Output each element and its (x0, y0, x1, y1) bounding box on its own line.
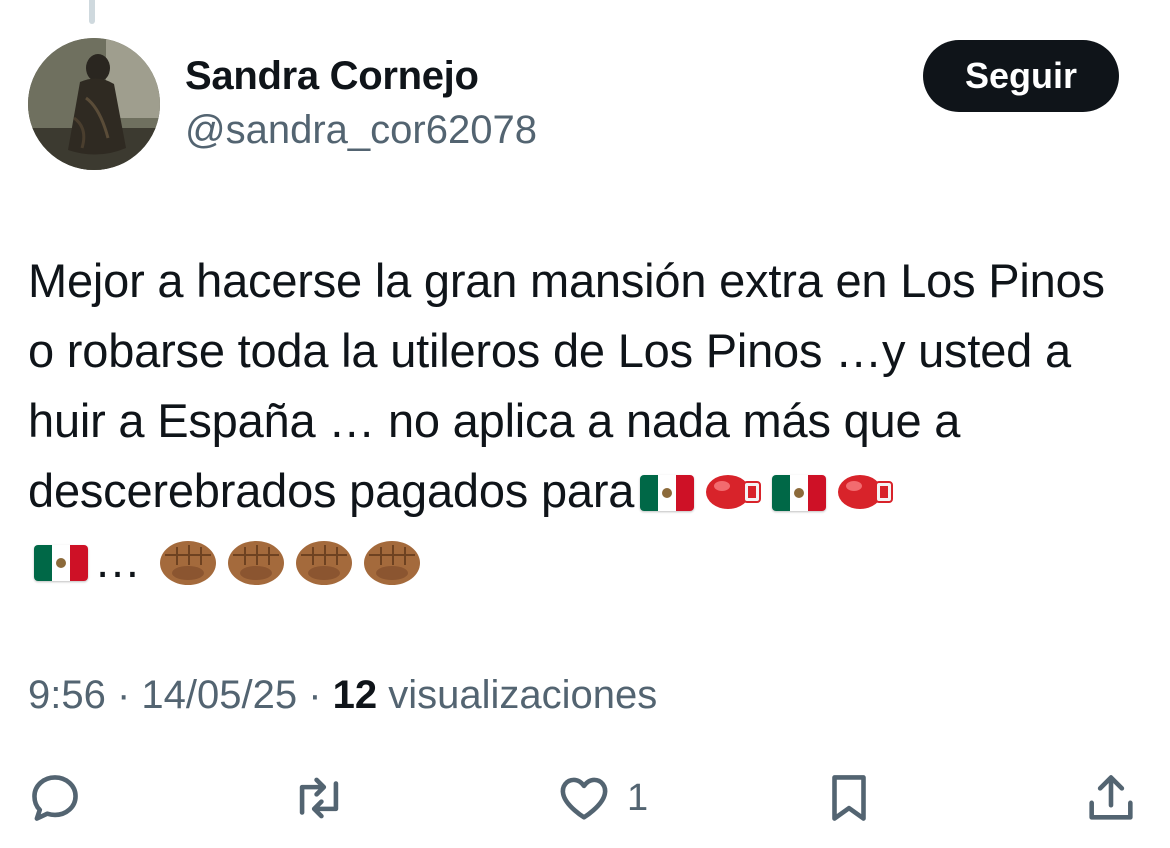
thread-connector-line (89, 0, 95, 24)
flag-mexico-icon (34, 545, 88, 581)
tweet-meta: 9:56 · 14/05/25 · 12 visualizaciones (28, 673, 657, 718)
fist-icon (293, 533, 355, 589)
fist-icon (157, 533, 219, 589)
boxing-glove-icon (836, 469, 894, 515)
boxing-glove-icon (704, 469, 762, 515)
fist-icon (225, 533, 287, 589)
avatar-image (28, 38, 160, 170)
tweet-date[interactable]: 14/05/25 (141, 673, 297, 717)
bookmark-button[interactable] (820, 768, 878, 828)
follow-button[interactable]: Seguir (923, 40, 1119, 112)
reply-button[interactable] (26, 768, 84, 828)
views-count: 12 (332, 673, 378, 717)
tweet-ellipsis: … (94, 534, 141, 587)
retweet-icon (299, 777, 339, 819)
views-label: visualizaciones (377, 673, 658, 717)
meta-separator: · (297, 673, 333, 717)
reply-icon (32, 775, 78, 821)
author-handle[interactable]: @sandra_cor62078 (185, 108, 537, 153)
author-display-name[interactable]: Sandra Cornejo (185, 54, 479, 99)
tweet-body: Mejor a hacerse la gran mansión extra en… (28, 254, 1105, 517)
bookmark-icon (832, 775, 866, 821)
tweet-time[interactable]: 9:56 (28, 673, 106, 717)
tweet-text: Mejor a hacerse la gran mansión extra en… (28, 246, 1138, 596)
fist-icon (361, 533, 423, 589)
share-button[interactable] (1082, 768, 1140, 828)
flag-mexico-icon (772, 475, 827, 511)
meta-separator: · (105, 673, 142, 717)
like-button[interactable]: 1 (555, 768, 648, 828)
heart-icon (560, 777, 608, 820)
retweet-button[interactable] (290, 768, 348, 828)
like-count: 1 (627, 776, 649, 819)
flag-mexico-icon (640, 475, 695, 511)
share-icon (1089, 775, 1133, 820)
avatar[interactable] (28, 38, 160, 170)
